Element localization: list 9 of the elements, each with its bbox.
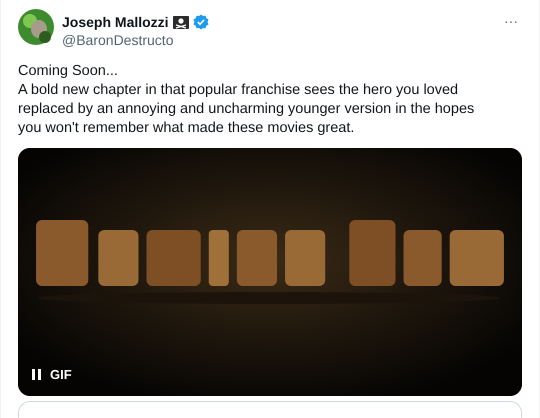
tweet-text: Coming Soon...: [18, 62, 119, 81]
author-handle[interactable]: @BaronDestructo: [62, 32, 492, 48]
tweet-text: A bold new chapter in that popular franchise sees the hero you loved replaced by an annoying and uncharming younger version in the hopes you won't remember what made these movies great.: [18, 81, 476, 138]
gif-label: GIF: [50, 367, 72, 382]
author-name[interactable]: Joseph Mallozzi: [62, 14, 169, 30]
pirate-flag-icon: [172, 16, 189, 28]
avatar[interactable]: [18, 9, 54, 45]
more-button[interactable]: ···: [500, 13, 522, 29]
pause-icon[interactable]: [32, 369, 41, 380]
